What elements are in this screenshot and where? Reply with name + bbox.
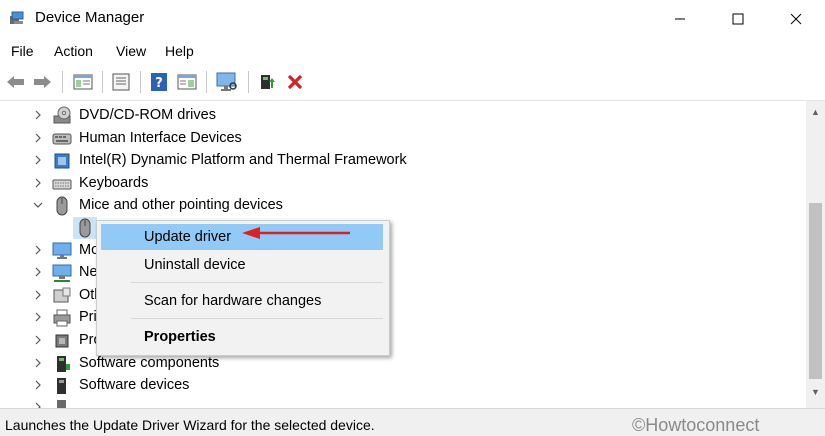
- network-icon: [52, 264, 72, 282]
- tree-item-label: DVD/CD-ROM drives: [79, 107, 216, 123]
- help-icon: ?: [151, 73, 167, 91]
- tree-item-software-devices[interactable]: Software devices: [0, 375, 800, 397]
- tree-item-label: Intel(R) Dynamic Platform and Thermal Fr…: [79, 152, 407, 168]
- other-icon: [53, 287, 71, 303]
- uninstall-device-button[interactable]: [284, 71, 306, 93]
- chevron-right-icon[interactable]: [33, 333, 43, 347]
- watermark: ©Howtoconnect: [632, 415, 760, 435]
- scroll-up-icon[interactable]: ▲: [811, 107, 820, 117]
- window-title: Device Manager: [35, 9, 145, 26]
- status-bar: Launches the Update Driver Wizard for th…: [0, 408, 825, 436]
- tree-item-keyboards[interactable]: Keyboards: [0, 173, 800, 195]
- properties-icon: [73, 74, 93, 90]
- toolbar-separator: [62, 71, 63, 93]
- scroll-down-icon[interactable]: ▼: [811, 387, 820, 397]
- tree-item-label: Keyboards: [79, 175, 149, 191]
- tree-item-mice[interactable]: Mice and other pointing devices: [0, 195, 800, 217]
- software-component-icon: [57, 356, 70, 372]
- menu-item-label: Scan for hardware changes: [144, 293, 322, 309]
- minimize-icon: [675, 18, 685, 20]
- toolbar-separator: [248, 71, 249, 93]
- chevron-right-icon[interactable]: [33, 243, 43, 257]
- enable-device-button[interactable]: [256, 71, 278, 93]
- chevron-right-icon[interactable]: [33, 288, 43, 302]
- menu-bar: File Action View Help: [0, 38, 825, 64]
- annotation-arrow-icon: [242, 227, 350, 239]
- menu-action[interactable]: Action: [54, 43, 93, 59]
- show-hide-tree-button[interactable]: [72, 71, 94, 93]
- hid-icon: [52, 133, 72, 145]
- menu-item-label: Uninstall device: [144, 257, 246, 273]
- help-button[interactable]: ?: [148, 71, 170, 93]
- menu-view[interactable]: View: [116, 43, 146, 59]
- menu-item-label: Properties: [144, 329, 216, 345]
- tree-item-human-interface-devices[interactable]: Human Interface Devices: [0, 128, 800, 150]
- chevron-right-icon[interactable]: [33, 310, 43, 324]
- status-text: Launches the Update Driver Wizard for th…: [5, 417, 375, 433]
- vertical-scrollbar[interactable]: ▲ ▼: [806, 101, 825, 408]
- menu-separator: [131, 318, 383, 319]
- toolbar: ?: [0, 64, 825, 101]
- tree-item-software-components[interactable]: Software components: [0, 353, 800, 375]
- monitor-scan-icon: [216, 72, 237, 91]
- uninstall-icon: [287, 74, 303, 90]
- printer-icon: [53, 309, 71, 327]
- toolbar-separator: [206, 71, 207, 93]
- chevron-right-icon[interactable]: [33, 153, 43, 167]
- tree-item-label: Mice and other pointing devices: [79, 197, 283, 213]
- software-device-icon: [57, 378, 66, 394]
- mouse-icon: [79, 218, 91, 238]
- title-bar: Device Manager: [0, 0, 825, 38]
- tree-item-label: Software devices: [79, 377, 190, 393]
- back-icon: [7, 76, 24, 88]
- tree-item-intel-dptf[interactable]: Intel(R) Dynamic Platform and Thermal Fr…: [0, 150, 800, 172]
- action-pane-button[interactable]: [176, 71, 198, 93]
- monitor-icon: [52, 242, 72, 259]
- chevron-right-icon[interactable]: [33, 356, 43, 370]
- processor-icon: [55, 334, 69, 348]
- chevron-right-icon[interactable]: [33, 378, 43, 392]
- menu-help[interactable]: Help: [165, 43, 194, 59]
- toolbar-separator: [102, 71, 103, 93]
- menu-scan-hardware[interactable]: Scan for hardware changes: [101, 288, 383, 314]
- tree-item-label: Human Interface Devices: [79, 130, 242, 146]
- menu-file[interactable]: File: [11, 43, 34, 59]
- minimize-button[interactable]: [651, 0, 709, 38]
- chevron-right-icon[interactable]: [33, 131, 43, 145]
- toolbar-separator: [140, 71, 141, 93]
- chevron-right-icon[interactable]: [33, 108, 43, 122]
- properties-pane-icon: [177, 74, 197, 90]
- menu-separator: [131, 282, 383, 283]
- svg-text:?: ?: [155, 76, 163, 91]
- sound-icon: [57, 400, 66, 408]
- dvd-icon: [53, 106, 71, 124]
- close-icon: [790, 13, 802, 25]
- forward-icon: [34, 76, 51, 88]
- chevron-right-icon[interactable]: [33, 400, 43, 408]
- enable-device-icon: [261, 75, 275, 89]
- forward-button[interactable]: [31, 71, 53, 93]
- close-button[interactable]: [767, 0, 825, 38]
- tree-item-sound[interactable]: [0, 397, 800, 408]
- context-menu: Update driver Uninstall device Scan for …: [96, 220, 390, 356]
- tree-item-dvd-cd-rom-drives[interactable]: DVD/CD-ROM drives: [0, 105, 800, 127]
- properties-button[interactable]: [110, 71, 132, 93]
- menu-uninstall-device[interactable]: Uninstall device: [101, 252, 383, 278]
- mouse-icon: [56, 196, 68, 216]
- scroll-thumb[interactable]: [809, 203, 822, 379]
- chevron-right-icon[interactable]: [33, 176, 43, 190]
- chevron-right-icon[interactable]: [33, 265, 43, 279]
- back-button[interactable]: [5, 71, 27, 93]
- menu-item-label: Update driver: [144, 229, 232, 245]
- chevron-down-icon[interactable]: [33, 198, 43, 212]
- maximize-icon: [732, 13, 744, 25]
- scan-hardware-button[interactable]: [216, 71, 238, 93]
- keyboard-icon: [52, 179, 72, 190]
- update-icon: [112, 73, 130, 91]
- device-manager-icon: [10, 11, 24, 24]
- chip-icon: [54, 153, 70, 169]
- tree-item-label: Software components: [79, 355, 220, 371]
- maximize-button[interactable]: [709, 0, 767, 38]
- menu-properties[interactable]: Properties: [101, 324, 383, 350]
